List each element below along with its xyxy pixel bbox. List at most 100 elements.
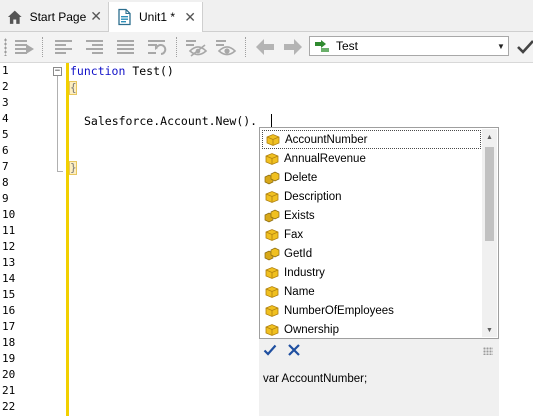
- justify-button[interactable]: [114, 36, 138, 58]
- back-arrow-icon: [256, 39, 274, 55]
- code-line-4[interactable]: Salesforce.Account.New().: [84, 113, 257, 129]
- tab-unit1[interactable]: Unit1 * ✕: [108, 2, 203, 32]
- completion-item[interactable]: Ownership: [262, 320, 481, 339]
- tab-bar: Start Page ✕ Unit1 * ✕: [0, 0, 533, 32]
- close-brace: }: [69, 161, 77, 175]
- completion-item[interactable]: Exists: [262, 206, 481, 225]
- routine-combobox-value: Test: [336, 39, 359, 53]
- tab-start-page[interactable]: Start Page ✕: [0, 2, 108, 31]
- line-number: 2: [2, 80, 9, 93]
- run-button[interactable]: [12, 36, 36, 58]
- run-icon: [15, 40, 34, 54]
- completion-item-label: NumberOfEmployees: [284, 304, 394, 317]
- accept-checkmark-icon[interactable]: [263, 343, 277, 357]
- fold-guide-end: [57, 171, 63, 172]
- check-button[interactable]: [515, 36, 533, 58]
- fold-guide: [57, 76, 58, 172]
- toggle-visibility-button[interactable]: [184, 36, 208, 58]
- completion-item[interactable]: AnnualRevenue: [262, 149, 481, 168]
- line-number: 10: [2, 208, 16, 221]
- routine-icon: [315, 40, 329, 52]
- line-number: 14: [2, 272, 16, 285]
- completion-item[interactable]: NumberOfEmployees: [262, 301, 481, 320]
- property-icon: [265, 285, 279, 298]
- method-icon: [264, 171, 280, 184]
- visibility-icon: [216, 40, 237, 56]
- align-right-button[interactable]: [83, 36, 107, 58]
- line-number: 21: [2, 384, 16, 397]
- completion-scrollbar[interactable]: ▲ ▼: [482, 129, 497, 337]
- undo-indent-icon: [148, 40, 167, 55]
- forward-button[interactable]: [281, 36, 305, 58]
- line-number: 15: [2, 288, 16, 301]
- resize-grip[interactable]: [483, 347, 493, 355]
- fold-toggle-icon[interactable]: −: [53, 67, 62, 76]
- completion-item-label: AnnualRevenue: [284, 152, 366, 165]
- code-signature: Test(): [125, 64, 174, 78]
- text-caret: [271, 114, 272, 128]
- property-icon: [266, 133, 280, 146]
- cancel-x-icon[interactable]: [287, 343, 301, 357]
- undo-indent-button[interactable]: [145, 36, 169, 58]
- method-icon: [264, 209, 280, 222]
- line-number: 16: [2, 304, 16, 317]
- line-number: 12: [2, 240, 16, 253]
- completion-item[interactable]: GetId: [262, 244, 481, 263]
- completion-footer: var AccountNumber;: [259, 339, 499, 416]
- line-number: 22: [2, 400, 16, 413]
- completion-item[interactable]: Name: [262, 282, 481, 301]
- unit-file-icon: [118, 8, 131, 26]
- property-icon: [265, 228, 279, 241]
- completion-popup[interactable]: ▲ ▼ AccountNumber AnnualRevenue Delete Desc…: [259, 127, 499, 339]
- property-icon: [265, 304, 279, 317]
- line-number: 13: [2, 256, 16, 269]
- completion-item[interactable]: Industry: [262, 263, 481, 282]
- completion-item-label: Fax: [284, 228, 304, 241]
- code-line-1[interactable]: function Test(): [70, 63, 174, 79]
- forward-arrow-icon: [284, 39, 302, 55]
- completion-item[interactable]: AccountNumber: [262, 130, 481, 149]
- completion-item[interactable]: Delete: [262, 168, 481, 187]
- toolbar-grip[interactable]: [4, 38, 7, 56]
- completion-item-label: Ownership: [284, 323, 339, 336]
- toggle-visibility-icon: [186, 40, 208, 57]
- completion-item-label: Exists: [284, 209, 315, 222]
- close-icon[interactable]: ✕: [90, 8, 102, 25]
- toolbar-separator: [176, 37, 178, 57]
- completion-item-label: AccountNumber: [285, 133, 368, 146]
- toolbar-separator: [245, 37, 247, 57]
- completion-item[interactable]: Description: [262, 187, 481, 206]
- close-icon[interactable]: ✕: [184, 9, 196, 26]
- completion-item-label: Industry: [284, 266, 325, 279]
- tab-label: Start Page: [29, 9, 87, 24]
- back-button[interactable]: [253, 36, 277, 58]
- scroll-up-icon[interactable]: ▲: [482, 131, 497, 144]
- align-left-button[interactable]: [52, 36, 76, 58]
- line-number: 6: [2, 144, 9, 157]
- scrollbar-thumb[interactable]: [485, 147, 494, 241]
- line-number: 8: [2, 176, 9, 189]
- completion-item-label: Description: [284, 190, 342, 203]
- scroll-down-icon[interactable]: ▼: [482, 324, 497, 337]
- completion-item-label: Delete: [284, 171, 318, 184]
- chevron-down-icon[interactable]: ▼: [494, 42, 508, 51]
- line-number: 11: [2, 224, 16, 237]
- routine-combobox[interactable]: Test ▼: [309, 36, 509, 56]
- completion-description: var AccountNumber;: [263, 373, 368, 385]
- line-number: 3: [2, 96, 9, 109]
- property-icon: [265, 190, 279, 203]
- change-indicator-bar: [66, 63, 69, 416]
- justify-icon: [117, 40, 134, 54]
- line-number: 19: [2, 352, 16, 365]
- tab-label: Unit1 *: [139, 10, 176, 24]
- completion-item[interactable]: Fax: [262, 225, 481, 244]
- line-number: 20: [2, 368, 16, 381]
- line-number: 4: [2, 112, 9, 125]
- line-number: 18: [2, 336, 16, 349]
- line-number: 7: [2, 160, 9, 173]
- visibility-button[interactable]: [214, 36, 238, 58]
- code-keyword: function: [70, 64, 126, 78]
- align-left-icon: [55, 40, 72, 54]
- line-number: 9: [2, 192, 9, 205]
- open-brace: {: [69, 81, 77, 95]
